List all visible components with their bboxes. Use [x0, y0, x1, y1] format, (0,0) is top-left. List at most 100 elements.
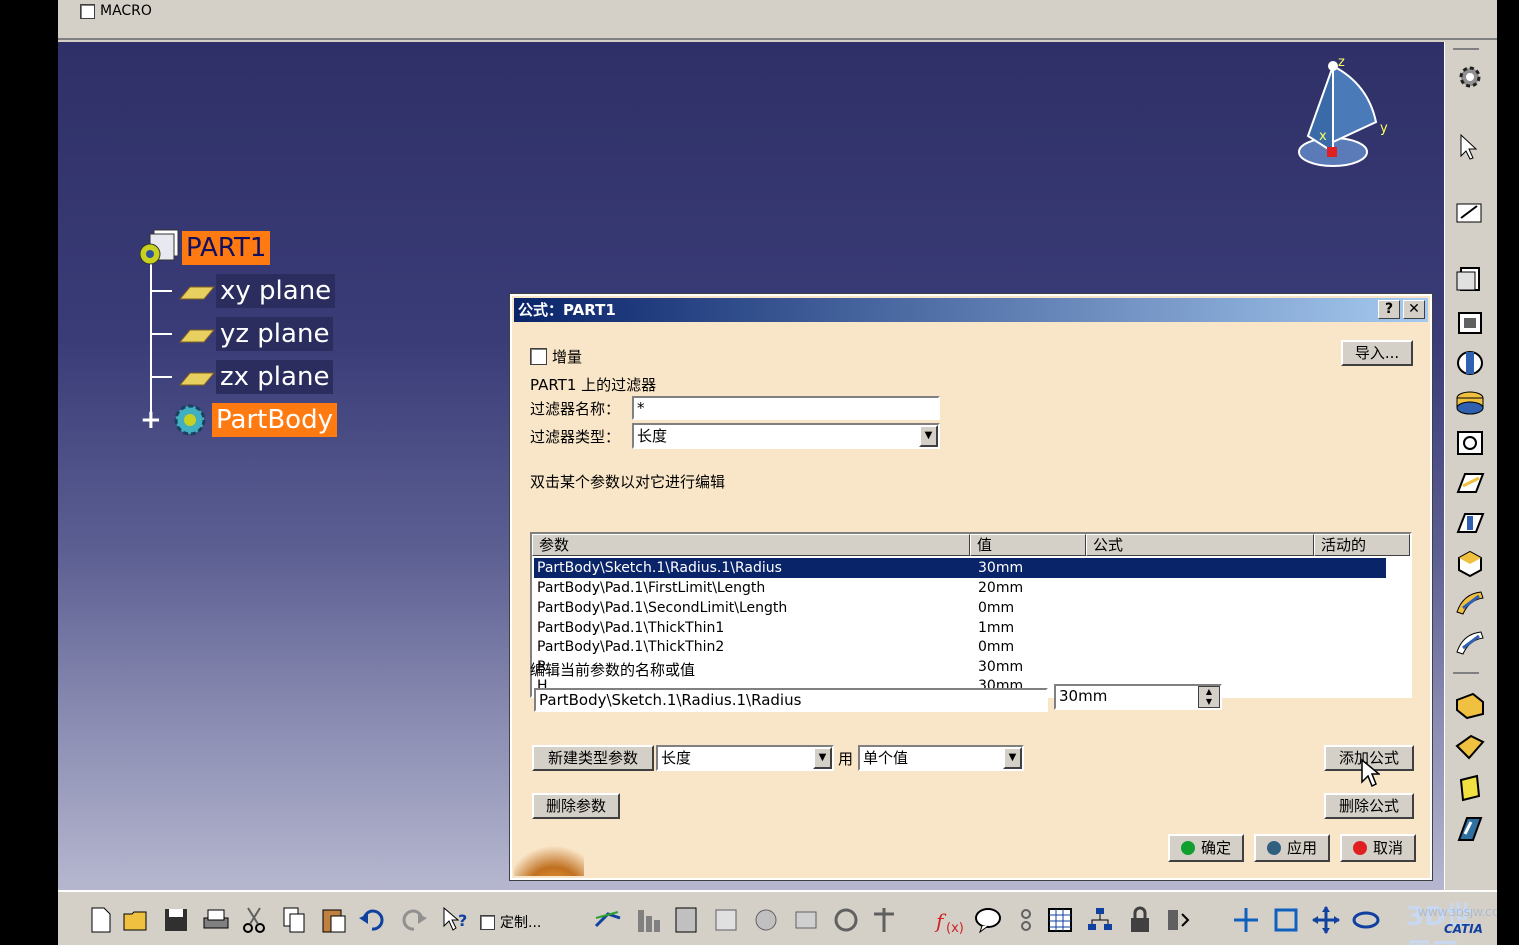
incremental-checkbox[interactable]: 增量	[530, 346, 582, 367]
pad-icon[interactable]	[1453, 264, 1487, 294]
comment-icon[interactable]	[972, 904, 1004, 936]
spinner-arrows-icon[interactable]: ▲ ▼	[1198, 686, 1220, 708]
table-row[interactable]: PartBody\Pad.1\ThickThin2 0mm	[534, 637, 1386, 657]
compass-icon[interactable]: z x y	[1288, 54, 1398, 178]
new-type-select[interactable]: 长度 ▼	[656, 745, 834, 771]
rotate-icon[interactable]	[1350, 904, 1382, 936]
chevron-down-icon[interactable]: ▼	[1003, 747, 1022, 769]
formula-icon[interactable]: f (x)	[934, 904, 966, 936]
table-row[interactable]: PartBody\Pad.1\FirstLimit\Length 20mm	[534, 578, 1386, 598]
chevron-down-icon[interactable]: ▼	[919, 425, 938, 447]
svg-text:?: ?	[458, 911, 467, 930]
tree-item-label[interactable]: xy plane	[216, 274, 336, 308]
tree-connector	[150, 264, 152, 412]
new-icon[interactable]	[84, 904, 116, 936]
tree-item-label[interactable]: yz plane	[216, 317, 334, 351]
column-header-parameter[interactable]: 参数	[532, 534, 970, 556]
pan-icon[interactable]	[1310, 904, 1342, 936]
value-mode-select[interactable]: 单个值 ▼	[858, 745, 1024, 771]
undo-icon[interactable]	[356, 904, 388, 936]
draft-icon[interactable]	[1453, 772, 1487, 802]
lock-icon[interactable]	[1124, 904, 1156, 936]
catalog-icon[interactable]	[670, 904, 702, 936]
copy-icon[interactable]	[278, 904, 310, 936]
select-arrow-icon[interactable]	[1453, 132, 1487, 162]
apply-button[interactable]: 应用	[1254, 834, 1330, 862]
close-button[interactable]: ✕	[1403, 300, 1425, 319]
groove-icon[interactable]	[1453, 388, 1487, 418]
tree-root-label[interactable]: PART1	[182, 231, 271, 265]
help-icon[interactable]: ?	[440, 904, 472, 936]
redo-icon[interactable]	[398, 904, 430, 936]
axis-icon[interactable]	[790, 904, 822, 936]
loft-icon[interactable]	[1453, 588, 1487, 618]
hide-show-icon[interactable]	[830, 904, 862, 936]
table-row[interactable]: PartBody\Pad.1\SecondLimit\Length 0mm	[534, 598, 1386, 618]
ok-button[interactable]: 确定	[1168, 834, 1244, 862]
gear-icon[interactable]	[1453, 62, 1487, 92]
table-icon[interactable]	[1044, 904, 1076, 936]
slot-icon[interactable]	[1453, 508, 1487, 538]
part-icon	[139, 229, 179, 265]
edit-value-spinner[interactable]: 30mm ▲ ▼	[1054, 684, 1222, 710]
filter-type-select[interactable]: 长度 ▼	[632, 423, 940, 449]
column-header-active[interactable]: 活动的	[1314, 534, 1410, 556]
cut-icon[interactable]	[238, 904, 270, 936]
macro-checkbox[interactable]: MACRO	[80, 3, 152, 19]
import-button[interactable]: 导入...	[1341, 340, 1413, 366]
zoom-area-icon[interactable]	[1270, 904, 1302, 936]
save-icon[interactable]	[160, 904, 192, 936]
tree-icon[interactable]	[1084, 904, 1116, 936]
sketch-icon[interactable]	[1453, 198, 1487, 228]
customize-checkbox[interactable]: 定制...	[480, 912, 541, 932]
tree-root[interactable]: PART1	[136, 228, 271, 268]
print-icon[interactable]	[200, 904, 232, 936]
shaft-icon[interactable]	[1453, 348, 1487, 378]
row-value: 1mm	[978, 620, 1015, 636]
table-row[interactable]: PartBody\Pad.1\ThickThin1 1mm	[534, 618, 1386, 638]
open-icon[interactable]	[120, 904, 152, 936]
help-button[interactable]: ?	[1378, 300, 1400, 319]
knowledge-icon[interactable]	[1010, 904, 1042, 936]
tree-item-label[interactable]: PartBody	[212, 403, 337, 437]
delete-parameter-button[interactable]: 删除参数	[532, 793, 620, 819]
swap-icon[interactable]	[868, 904, 900, 936]
chevron-down-icon[interactable]: ▼	[813, 747, 832, 769]
tree-item-label[interactable]: zx plane	[216, 360, 334, 394]
update-icon[interactable]	[710, 904, 742, 936]
incremental-label: 增量	[552, 348, 583, 366]
measure-icon[interactable]	[632, 904, 664, 936]
cancel-button[interactable]: 取消	[1340, 834, 1416, 862]
column-header-formula[interactable]: 公式	[1086, 534, 1314, 556]
customize-checkbox-box[interactable]	[480, 914, 495, 930]
tree-item-partbody[interactable]: + PartBody	[140, 400, 337, 440]
incremental-checkbox-box[interactable]	[530, 348, 547, 365]
stiffener-icon[interactable]	[1453, 548, 1487, 578]
catalog-browser-icon[interactable]	[1162, 904, 1194, 936]
expand-icon[interactable]: +	[140, 405, 170, 435]
fillet-icon[interactable]	[1453, 690, 1487, 720]
shell-icon[interactable]	[1453, 814, 1487, 844]
tree-item-yz-plane[interactable]: yz plane	[174, 317, 334, 351]
table-row[interactable]: PartBody\Sketch.1\Radius.1\Radius 30mm	[534, 558, 1386, 578]
fly-icon[interactable]	[592, 904, 624, 936]
fit-all-icon[interactable]	[1230, 904, 1262, 936]
edit-name-input[interactable]: PartBody\Sketch.1\Radius.1\Radius	[534, 688, 1048, 712]
tree-item-xy-plane[interactable]: xy plane	[174, 274, 336, 308]
pocket-icon[interactable]	[1453, 308, 1487, 338]
rib-icon[interactable]	[1453, 468, 1487, 498]
dialog-title-bar[interactable]: 公式：PART1	[514, 298, 1428, 322]
table-scrollbar[interactable]	[1388, 556, 1410, 696]
delete-formula-button[interactable]: 删除公式	[1324, 793, 1414, 819]
3d-viewport[interactable]: PART1 xy plane yz plane zx plane + PartB…	[58, 42, 1444, 890]
paste-icon[interactable]	[318, 904, 350, 936]
column-header-value[interactable]: 值	[970, 534, 1086, 556]
publish-icon[interactable]	[752, 904, 784, 936]
filter-name-input[interactable]: *	[632, 396, 940, 420]
chamfer-icon[interactable]	[1453, 732, 1487, 762]
tree-item-zx-plane[interactable]: zx plane	[174, 360, 334, 394]
new-parameter-button[interactable]: 新建类型参数	[532, 745, 654, 771]
macro-checkbox-box[interactable]	[80, 3, 95, 19]
hole-icon[interactable]	[1453, 428, 1487, 458]
remove-loft-icon[interactable]	[1453, 628, 1487, 658]
